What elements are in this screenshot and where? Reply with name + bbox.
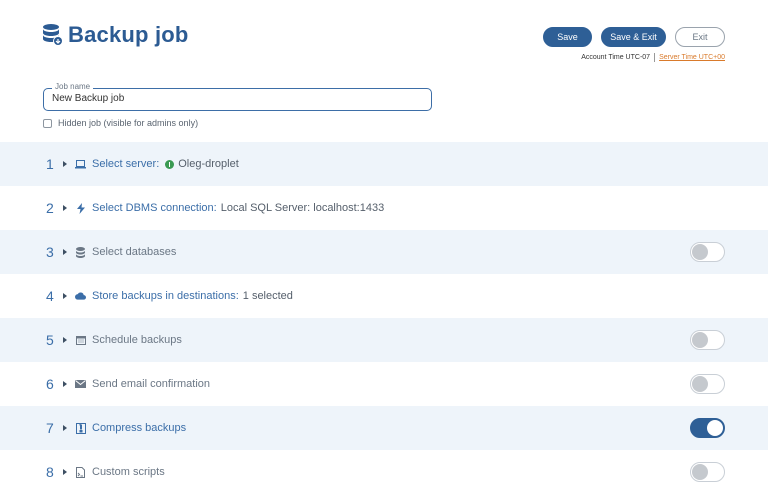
database-backup-icon [42,22,64,48]
expand-caret-icon[interactable] [63,337,67,343]
job-name-label: Job name [52,82,94,91]
calendar-icon [75,335,86,346]
page-title: Backup job [68,22,189,47]
step-title: Select DBMS connection: [92,202,217,214]
toggle-knob [707,420,723,436]
step-label: Select DBMS connection: Local SQL Server… [92,202,384,214]
step-number: 6 [46,376,54,392]
envelope-icon [75,379,86,390]
step-dbms-connection[interactable]: 2 Select DBMS connection: Local SQL Serv… [0,186,768,230]
step-number: 7 [46,420,54,436]
step-value: Oleg-droplet [178,158,239,170]
step-schedule-backups[interactable]: 5 Schedule backups [0,318,768,362]
cloud-icon [75,291,86,302]
step-number: 3 [46,244,54,260]
save-and-exit-button[interactable]: Save & Exit [601,27,666,47]
step-title: Select databases [92,246,177,258]
step-label: Select server: Oleg-droplet [92,158,239,170]
step-title: Select server: [92,158,160,170]
step-number: 1 [46,156,54,172]
toggle-knob [692,464,708,480]
expand-caret-icon[interactable] [63,161,67,167]
compress-backups-toggle[interactable] [690,418,725,438]
account-time: Account Time UTC-07 [581,54,651,61]
toggle-knob [692,244,708,260]
step-custom-scripts[interactable]: 8 Custom scripts [0,450,768,492]
step-title: Send email confirmation [92,378,211,390]
exit-button[interactable]: Exit [675,27,725,47]
hidden-job-label: Hidden job (visible for admins only) [58,118,199,128]
step-title: Custom scripts [92,466,165,478]
step-number: 2 [46,200,54,216]
custom-scripts-toggle[interactable] [690,462,725,482]
step-title: Store backups in destinations: [92,290,239,302]
step-title: Schedule backups [92,334,182,346]
step-select-databases[interactable]: 3 Select databases [0,230,768,274]
step-select-server[interactable]: 1 Select server: Oleg-droplet [0,142,768,186]
job-name-input[interactable] [52,93,422,104]
time-divider [654,53,656,62]
schedule-backups-toggle[interactable] [690,330,725,350]
email-confirmation-toggle[interactable] [690,374,725,394]
step-value: 1 selected [242,290,293,302]
step-label: Send email confirmation [92,378,210,390]
script-file-icon [75,466,86,478]
step-compress-backups[interactable]: 7 Compress backups [0,406,768,450]
toggle-knob [692,376,708,392]
step-value: Local SQL Server: localhost:1433 [220,202,385,214]
step-label: Select databases [92,246,176,258]
archive-icon [75,422,86,434]
lightning-icon [75,202,86,214]
step-label: Schedule backups [92,334,182,346]
time-info: Account Time UTC-07 Server Time UTC+00 [581,53,725,62]
database-icon [75,246,86,258]
expand-caret-icon[interactable] [63,469,67,475]
expand-caret-icon[interactable] [63,425,67,431]
expand-caret-icon[interactable] [63,381,67,387]
step-number: 5 [46,332,54,348]
step-label: Store backups in destinations: 1 selecte… [92,290,293,302]
job-name-field[interactable] [43,88,432,111]
step-number: 4 [46,288,54,304]
online-status-icon [165,159,175,169]
expand-caret-icon[interactable] [63,293,67,299]
expand-caret-icon[interactable] [63,249,67,255]
step-email-confirmation[interactable]: 6 Send email confirmation [0,362,768,406]
server-time-link[interactable]: Server Time UTC+00 [659,54,725,61]
steps-list: 1 Select server: Oleg-droplet 2 Select D… [0,142,768,492]
hidden-job-option[interactable]: Hidden job (visible for admins only) [43,118,198,128]
step-number: 8 [46,464,54,480]
select-databases-toggle[interactable] [690,242,725,262]
page-title-wrap: Backup job [42,22,189,48]
step-label: Compress backups [92,422,186,434]
hidden-job-checkbox[interactable] [43,118,52,128]
step-title: Compress backups [92,422,187,434]
laptop-icon [75,159,86,170]
header: Backup job Save Save & Exit Exit Account… [0,0,768,140]
save-button[interactable]: Save [543,27,592,47]
toggle-knob [692,332,708,348]
expand-caret-icon[interactable] [63,205,67,211]
step-label: Custom scripts [92,466,165,478]
step-store-destinations[interactable]: 4 Store backups in destinations: 1 selec… [0,274,768,318]
